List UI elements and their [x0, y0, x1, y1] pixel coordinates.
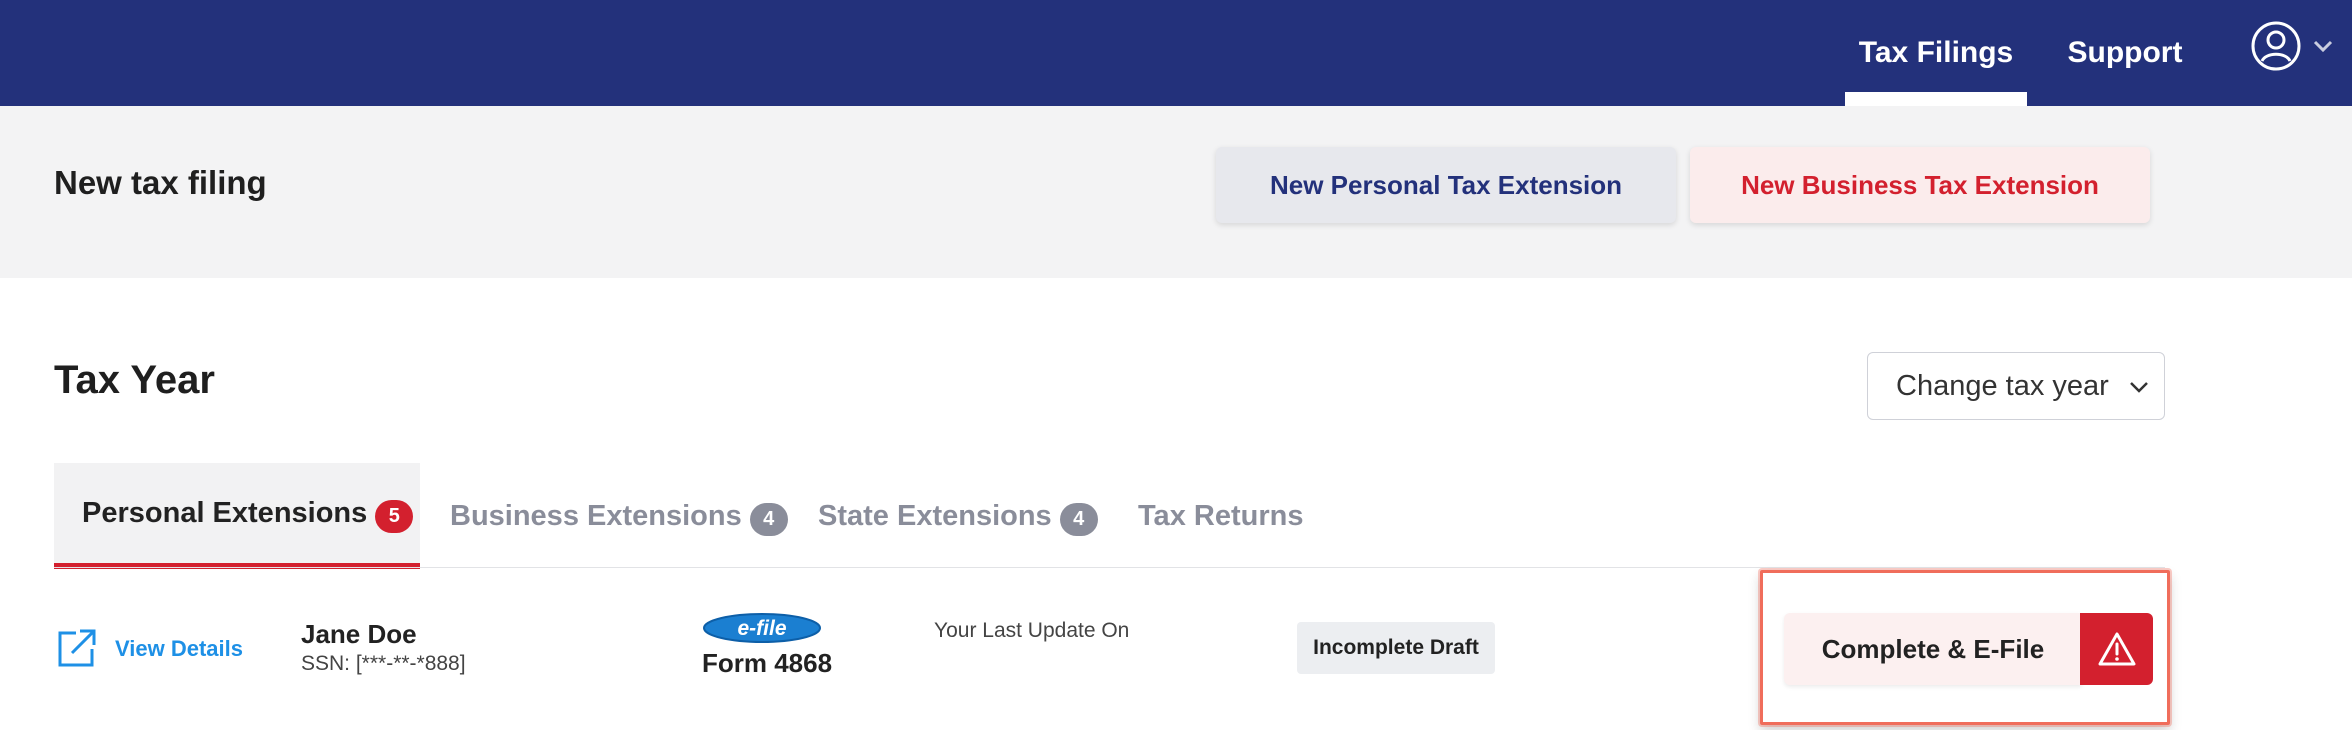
tab-business-extensions[interactable]: Business Extensions 4 [450, 463, 788, 569]
efile-logo-text: e-file [737, 617, 786, 640]
view-details-link[interactable]: View Details [115, 636, 243, 662]
tax-year-title: Tax Year [54, 358, 215, 402]
user-circle-icon[interactable] [2250, 20, 2302, 72]
tab-label: State Extensions [818, 499, 1052, 532]
new-filing-title: New tax filing [54, 164, 267, 201]
count-badge: 4 [1059, 502, 1098, 536]
nav-active-indicator [1845, 92, 2027, 106]
tab-label: Business Extensions [450, 499, 742, 532]
change-tax-year-label: Change tax year [1896, 369, 2109, 402]
change-tax-year-select[interactable]: Change tax year [1867, 352, 2165, 420]
tab-label: Personal Extensions [82, 496, 368, 529]
form-number: Form 4868 [702, 648, 833, 678]
status-badge: Incomplete Draft [1297, 622, 1495, 674]
efile-logo: e-file [703, 613, 821, 643]
tab-state-extensions[interactable]: State Extensions 4 [818, 463, 1098, 569]
count-badge: 4 [749, 502, 788, 536]
nav-tax-filings[interactable]: Tax Filings [1845, 0, 2027, 106]
taxpayer-ssn: SSN: [***-**-*888] [301, 652, 466, 675]
chevron-down-icon[interactable] [2310, 33, 2336, 59]
last-update-label: Your Last Update On [934, 619, 1130, 642]
count-badge: 5 [375, 499, 414, 533]
new-business-extension-button[interactable]: New Business Tax Extension [1690, 147, 2150, 223]
complete-efile-button[interactable]: Complete & E-File [1784, 613, 2082, 685]
tab-label: Tax Returns [1138, 499, 1304, 532]
tabs-divider [54, 567, 2165, 568]
nav-support[interactable]: Support [2055, 0, 2195, 106]
chevron-down-icon [2130, 382, 2148, 393]
external-link-icon[interactable] [54, 627, 98, 671]
warning-button[interactable] [2080, 613, 2153, 685]
top-nav-bar: Tax Filings Support [0, 0, 2352, 106]
tab-tax-returns[interactable]: Tax Returns [1138, 463, 1303, 569]
warning-icon [2098, 632, 2135, 666]
new-filing-section: New tax filing New Personal Tax Extensio… [0, 106, 2352, 278]
tab-personal-extensions[interactable]: Personal Extensions 5 [54, 463, 420, 569]
taxpayer-name: Jane Doe [301, 619, 417, 649]
new-personal-extension-button[interactable]: New Personal Tax Extension [1216, 147, 1676, 223]
